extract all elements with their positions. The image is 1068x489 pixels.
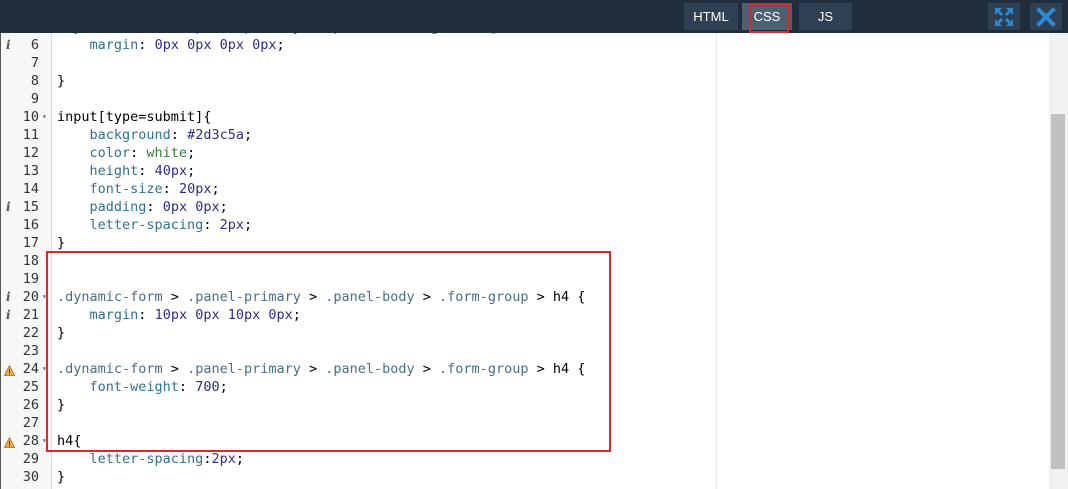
code-text: h4{ <box>57 433 82 449</box>
line-number: 17 <box>22 235 39 251</box>
fold-arrow-icon[interactable]: ▾ <box>42 432 47 450</box>
code-line: 12 color: white; <box>1 144 717 162</box>
code-text: .dynamic-form > .panel-primary > .panel-… <box>57 289 586 305</box>
code-line: 18 <box>1 252 717 270</box>
line-number: 26 <box>22 397 39 413</box>
line-number: 20 <box>22 289 39 305</box>
code-line: 25 font-weight: 700; <box>1 378 717 396</box>
line-number: 9 <box>30 91 39 107</box>
code-line: 22} <box>1 324 717 342</box>
code-line: i 15 padding: 0px 0px; <box>1 198 717 216</box>
tab-html[interactable]: HTML <box>684 3 738 30</box>
fold-arrow-icon[interactable]: ▾ <box>42 360 47 378</box>
code-line: 30} <box>1 468 717 486</box>
code-text: font-weight: 700; <box>89 379 228 395</box>
code-text: } <box>57 235 66 251</box>
line-number: 29 <box>22 451 39 467</box>
code-line: 14 font-size: 20px; <box>1 180 717 198</box>
preview-pane <box>716 33 1050 489</box>
code-text: .dynamic-form > .panel-primary > .panel-… <box>57 361 586 377</box>
code-lines: 5.dynamic-form > .panel-primary > .panel… <box>1 33 717 486</box>
code-line: 7 <box>1 54 717 72</box>
code-text: background: #2d3c5a; <box>89 127 253 143</box>
code-text: input[type=submit]{ <box>57 109 212 125</box>
code-text: letter-spacing: 2px; <box>89 217 253 233</box>
line-number: 12 <box>22 145 39 161</box>
css-code-editor[interactable]: 5.dynamic-form > .panel-primary > .panel… <box>0 33 717 489</box>
code-text: color: white; <box>89 145 196 161</box>
scrollbar[interactable] <box>1049 33 1068 489</box>
line-number: 16 <box>22 217 39 233</box>
code-line: 13 height: 40px; <box>1 162 717 180</box>
code-line: i 21 margin: 10px 0px 10px 0px; <box>1 306 717 324</box>
code-text: letter-spacing:2px; <box>89 451 244 467</box>
code-line: 11 background: #2d3c5a; <box>1 126 717 144</box>
code-line: 17} <box>1 234 717 252</box>
close-button[interactable] <box>1030 3 1062 30</box>
code-text: font-size: 20px; <box>89 181 220 197</box>
code-line: 10 ▾ input[type=submit]{ <box>1 108 717 126</box>
line-number: 18 <box>22 253 39 269</box>
line-number: 27 <box>22 415 39 431</box>
code-line: 23 <box>1 342 717 360</box>
line-number: 8 <box>30 73 39 89</box>
line-number: 28 <box>22 433 39 449</box>
code-line: 8} <box>1 72 717 90</box>
code-line: 9 <box>1 90 717 108</box>
code-text: padding: 0px 0px; <box>89 199 228 215</box>
code-line: 28 ▾ h4{ <box>1 432 717 450</box>
code-text: } <box>57 469 66 485</box>
scrollbar-thumb[interactable] <box>1051 114 1065 469</box>
line-number: 15 <box>22 199 39 215</box>
line-number: 13 <box>22 163 39 179</box>
line-number: 11 <box>22 127 39 143</box>
close-icon <box>1036 7 1056 27</box>
code-text: margin: 10px 0px 10px 0px; <box>89 307 301 323</box>
line-number: 10 <box>22 109 39 125</box>
line-number: 21 <box>22 307 39 323</box>
tab-js[interactable]: JS <box>799 3 852 30</box>
line-number: 30 <box>22 469 39 485</box>
code-line: 16 letter-spacing: 2px; <box>1 216 717 234</box>
line-number: 23 <box>22 343 39 359</box>
code-line: 27 <box>1 414 717 432</box>
line-number: 25 <box>22 379 39 395</box>
code-text: margin: 0px 0px 0px 0px; <box>89 37 285 53</box>
code-line: 19 <box>1 270 717 288</box>
top-toolbar: HTML CSS JS <box>0 0 1068 33</box>
line-number: 19 <box>22 271 39 287</box>
code-text: } <box>57 325 66 341</box>
code-text: } <box>57 73 66 89</box>
line-number: 24 <box>22 361 39 377</box>
code-line: 29 letter-spacing:2px; <box>1 450 717 468</box>
fold-arrow-icon[interactable]: ▾ <box>42 288 47 306</box>
expand-icon <box>995 8 1013 26</box>
code-text: height: 40px; <box>89 163 196 179</box>
code-line: 26} <box>1 396 717 414</box>
tab-css[interactable]: CSS <box>742 3 792 30</box>
code-line: 24 ▾ .dynamic-form > .panel-primary > .pan… <box>1 360 717 378</box>
line-number: 14 <box>22 181 39 197</box>
code-text: } <box>57 397 66 413</box>
code-line: i 20 ▾ .dynamic-form > .panel-primary > .pa… <box>1 288 717 306</box>
code-line: i6 margin: 0px 0px 0px 0px; <box>1 36 717 54</box>
fold-arrow-icon[interactable]: ▾ <box>42 108 47 126</box>
expand-button[interactable] <box>988 3 1020 30</box>
line-number: 22 <box>22 325 39 341</box>
line-number: 7 <box>30 55 39 71</box>
line-number: 6 <box>30 37 39 53</box>
